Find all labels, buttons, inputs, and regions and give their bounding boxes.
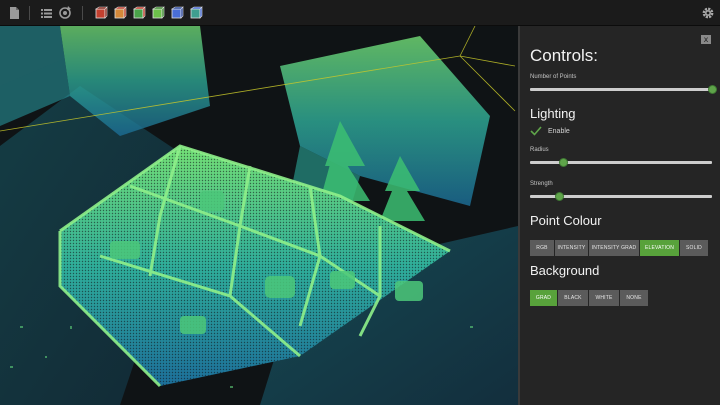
slider-thumb[interactable]: [708, 85, 717, 94]
background-black-button[interactable]: BLACK: [558, 290, 588, 306]
point-colour-intensity-button[interactable]: INTENSITY: [555, 240, 588, 256]
blue-green-box-icon[interactable]: [190, 6, 203, 19]
blue-box-icon[interactable]: [171, 6, 184, 19]
point-colour-intensity-grad-button[interactable]: INTENSITY GRAD: [589, 240, 639, 256]
slider-thumb[interactable]: [558, 158, 568, 167]
toolbar-separator: [29, 6, 30, 20]
background-title: Background: [530, 263, 600, 278]
red-box-icon[interactable]: [95, 6, 108, 19]
list-icon[interactable]: [38, 5, 54, 21]
point-colour-elevation-button[interactable]: ELEVATION: [640, 240, 679, 256]
point-cloud-render: [0, 26, 518, 405]
background-white-button[interactable]: WHITE: [589, 290, 619, 306]
toolbar: [0, 0, 720, 26]
point-colour-solid-button[interactable]: SOLID: [680, 240, 708, 256]
strength-label: Strength: [530, 181, 553, 187]
background-none-button[interactable]: NONE: [620, 290, 648, 306]
point-colour-title: Point Colour: [530, 213, 602, 228]
lighting-title: Lighting: [530, 106, 576, 121]
lighting-enable-label: Enable: [548, 128, 570, 135]
number-of-points-label: Number of Points: [530, 74, 577, 80]
red-green-box-icon[interactable]: [133, 6, 146, 19]
lighting-enable-checkbox[interactable]: [530, 126, 542, 136]
radius-label: Radius: [530, 147, 549, 153]
number-of-points-slider[interactable]: [530, 85, 717, 94]
controls-panel: x Controls: Number of Points Lighting En…: [518, 26, 720, 405]
close-panel-button[interactable]: x: [701, 35, 711, 44]
toolbar-separator: [82, 6, 83, 20]
background-buttons: GRAD BLACK WHITE NONE: [530, 290, 648, 306]
point-colour-rgb-button[interactable]: RGB: [530, 240, 554, 256]
orange-box-icon[interactable]: [114, 6, 127, 19]
green-box-icon[interactable]: [152, 6, 165, 19]
slider-thumb[interactable]: [555, 192, 565, 201]
background-grad-button[interactable]: GRAD: [530, 290, 557, 306]
point-colour-buttons: RGB INTENSITY INTENSITY GRAD ELEVATION S…: [530, 240, 708, 256]
rotate-icon[interactable]: [57, 5, 73, 21]
point-cloud-viewport[interactable]: [0, 26, 518, 405]
settings-gear-icon[interactable]: [700, 5, 716, 21]
slider-track: [530, 88, 712, 91]
radius-slider[interactable]: [530, 158, 712, 167]
panel-title: Controls:: [530, 46, 599, 65]
strength-slider[interactable]: [530, 192, 712, 201]
document-icon[interactable]: [6, 5, 22, 21]
slider-track: [530, 161, 712, 164]
